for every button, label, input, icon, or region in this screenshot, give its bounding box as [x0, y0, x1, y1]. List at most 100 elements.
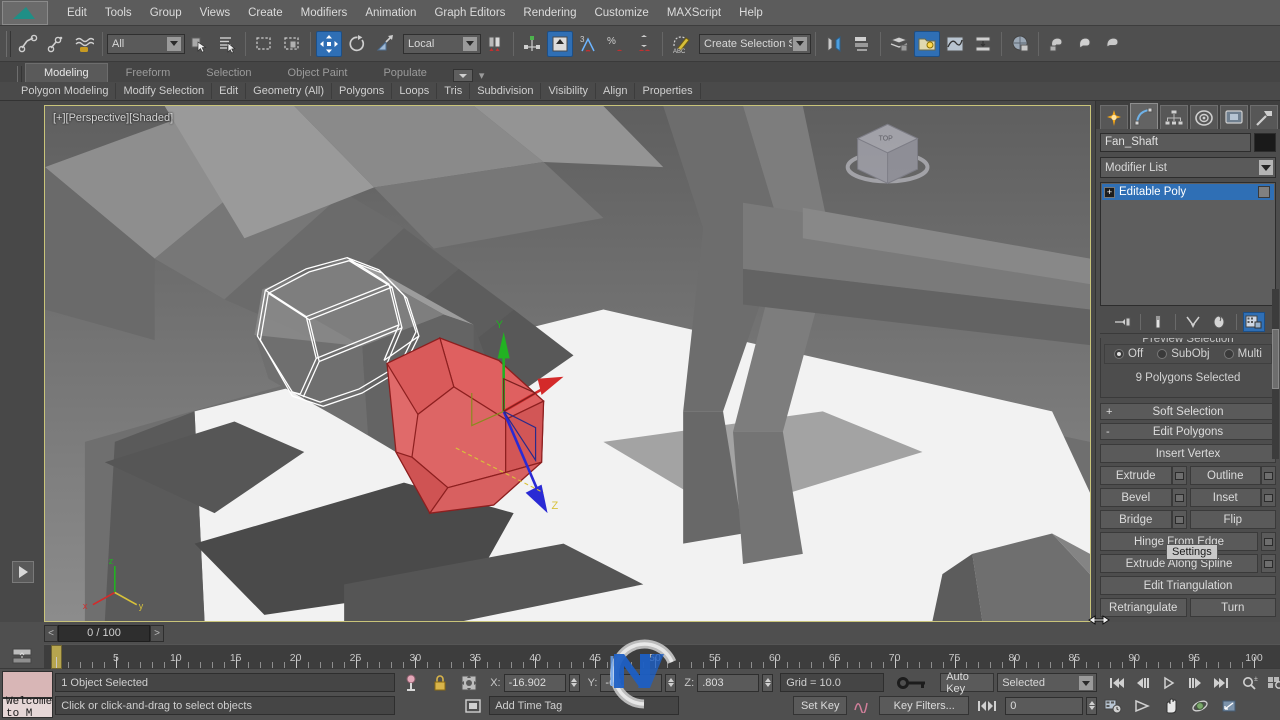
extrude-settings-button[interactable]: [1171, 466, 1187, 485]
ribbon-tab-freeform[interactable]: Freeform: [108, 64, 189, 82]
menu-item-animation[interactable]: Animation: [356, 3, 425, 23]
modifier-enable-checkbox[interactable]: [1258, 186, 1270, 198]
ribbon-grip[interactable]: [17, 66, 22, 82]
inset-settings-button[interactable]: [1261, 488, 1276, 507]
ribbon-tab-object-paint[interactable]: Object Paint: [270, 64, 366, 82]
chevron-down-icon[interactable]: [462, 35, 478, 52]
ribbon-button-tris[interactable]: Tris: [437, 83, 471, 99]
play-animation-icon[interactable]: [1156, 672, 1182, 694]
y-coord-field[interactable]: -63.: [600, 673, 663, 692]
modifier-stack[interactable]: + Editable Poly: [1100, 182, 1276, 306]
auto-key-button[interactable]: Auto Key: [940, 671, 995, 695]
material-editor-icon[interactable]: [1007, 31, 1033, 57]
current-frame-display[interactable]: 0 / 100: [58, 624, 150, 642]
object-name-field[interactable]: Fan_Shaft: [1100, 133, 1251, 152]
orbit-icon[interactable]: [1187, 695, 1213, 717]
select-link-icon[interactable]: [43, 31, 69, 57]
bevel-button[interactable]: Bevel: [1100, 488, 1172, 507]
render-setup-icon[interactable]: [1044, 31, 1070, 57]
zoom-all-icon[interactable]: [1263, 672, 1280, 694]
motion-tab[interactable]: [1190, 105, 1218, 129]
edit-triangulation-button[interactable]: Edit Triangulation: [1100, 576, 1276, 595]
command-panel-scrollbar[interactable]: [1272, 289, 1279, 459]
toolbar-grip[interactable]: [6, 30, 11, 57]
ribbon-button-polygons[interactable]: Polygons: [332, 83, 393, 99]
spinner-snap-icon[interactable]: [631, 31, 657, 57]
go-to-start-icon[interactable]: [1104, 672, 1130, 694]
bridge-settings-button[interactable]: [1171, 510, 1187, 529]
maximize-viewport-icon[interactable]: [1216, 695, 1242, 717]
select-by-name-icon[interactable]: [214, 31, 240, 57]
z-coord-field[interactable]: .803: [697, 673, 760, 692]
key-filters-button[interactable]: Key Filters...: [879, 696, 970, 715]
bevel-settings-button[interactable]: [1171, 488, 1187, 507]
insert-vertex-button[interactable]: Insert Vertex: [1100, 444, 1276, 463]
schematic-view-icon[interactable]: [970, 31, 996, 57]
ribbon-button-loops[interactable]: Loops: [392, 83, 438, 99]
menu-item-group[interactable]: Group: [141, 3, 191, 23]
display-tab[interactable]: [1220, 105, 1248, 129]
scene-explorer-icon[interactable]: [914, 30, 940, 57]
menu-item-modifiers[interactable]: Modifiers: [292, 3, 357, 23]
plus-box-icon[interactable]: +: [1104, 186, 1115, 198]
z-coord-spinner[interactable]: [762, 673, 774, 692]
timeline-ruler[interactable]: 5 10 15 20 25 30 35 40 45 50 55 60 65 70 75 80 85 90 95 100: [44, 644, 1280, 669]
undo-icon[interactable]: [15, 31, 41, 57]
inset-button[interactable]: Inset: [1189, 488, 1261, 507]
rollout-edit-polygons[interactable]: - Edit Polygons: [1100, 423, 1276, 440]
reference-coordinate-dropdown[interactable]: Local: [403, 33, 481, 54]
maxscript-mini-listener[interactable]: Welcome to M: [0, 669, 55, 720]
rectangular-region-icon[interactable]: [251, 31, 277, 57]
named-selection-set-dropdown[interactable]: Create Selection Se: [699, 33, 811, 54]
utilities-tab[interactable]: [1250, 105, 1278, 129]
isolate-selection-icon[interactable]: [398, 673, 424, 693]
preview-subobj-radio[interactable]: SubObj: [1157, 348, 1210, 360]
chevron-down-icon[interactable]: [166, 35, 182, 52]
frame-number-field[interactable]: 0: [1005, 696, 1084, 715]
x-coord-spinner[interactable]: [568, 673, 580, 692]
key-mode-icon[interactable]: [887, 673, 937, 693]
preview-multi-radio[interactable]: Multi: [1223, 348, 1262, 360]
ribbon-button-subdivision[interactable]: Subdivision: [470, 83, 542, 99]
time-configuration-icon[interactable]: [460, 696, 486, 716]
edit-named-selection-icon[interactable]: ABC: [668, 31, 694, 57]
hinge-settings-button[interactable]: [1261, 532, 1276, 551]
retriangulate-button[interactable]: Retriangulate: [1100, 598, 1187, 617]
modifier-list-dropdown[interactable]: Modifier List: [1100, 157, 1276, 178]
time-config-dialog-icon[interactable]: [1100, 695, 1126, 717]
render-frame-icon[interactable]: [1072, 31, 1098, 57]
previous-frame-icon[interactable]: [1130, 672, 1156, 694]
zoom-icon[interactable]: ±: [1237, 672, 1263, 694]
chevron-right-icon[interactable]: >: [150, 624, 164, 642]
menu-item-edit[interactable]: Edit: [58, 3, 96, 23]
select-move-icon[interactable]: [316, 30, 342, 57]
angle-snap-icon[interactable]: 3: [575, 31, 601, 57]
key-mode-toggle-icon[interactable]: [972, 696, 1002, 716]
menu-item-maxscript[interactable]: MAXScript: [658, 3, 730, 23]
select-object-icon[interactable]: [186, 31, 212, 57]
remove-modifier-icon[interactable]: [1208, 312, 1230, 332]
next-frame-icon[interactable]: [1182, 672, 1208, 694]
bind-spacewarp-icon[interactable]: [71, 31, 97, 57]
open-mini-curve-editor-icon[interactable]: [0, 644, 44, 668]
scrollbar-thumb[interactable]: [1272, 329, 1279, 389]
configure-sets-icon[interactable]: [1242, 311, 1265, 332]
viewport-label[interactable]: [+][Perspective][Shaded]: [53, 112, 173, 124]
bridge-button[interactable]: Bridge: [1100, 510, 1172, 529]
chevron-down-icon[interactable]: [1258, 159, 1274, 176]
ribbon-button-edit[interactable]: Edit: [212, 83, 247, 99]
create-tab[interactable]: [1100, 105, 1128, 129]
ribbon-button-align[interactable]: Align: [596, 83, 636, 99]
ribbon-button-modify-selection[interactable]: Modify Selection: [116, 83, 213, 99]
use-pivot-icon[interactable]: [482, 31, 508, 57]
use-selection-center-icon[interactable]: [519, 31, 545, 57]
layer-manager-icon[interactable]: [886, 31, 912, 57]
pin-stack-icon[interactable]: [1112, 312, 1134, 332]
x-coord-field[interactable]: -16.902: [503, 673, 566, 692]
ribbon-tab-populate[interactable]: Populate: [365, 64, 444, 82]
snap-toggle-icon[interactable]: [547, 30, 573, 57]
menu-item-customize[interactable]: Customize: [585, 3, 657, 23]
preview-off-radio[interactable]: Off: [1114, 348, 1143, 360]
pan-icon[interactable]: [1158, 695, 1184, 717]
select-rotate-icon[interactable]: [344, 31, 370, 57]
